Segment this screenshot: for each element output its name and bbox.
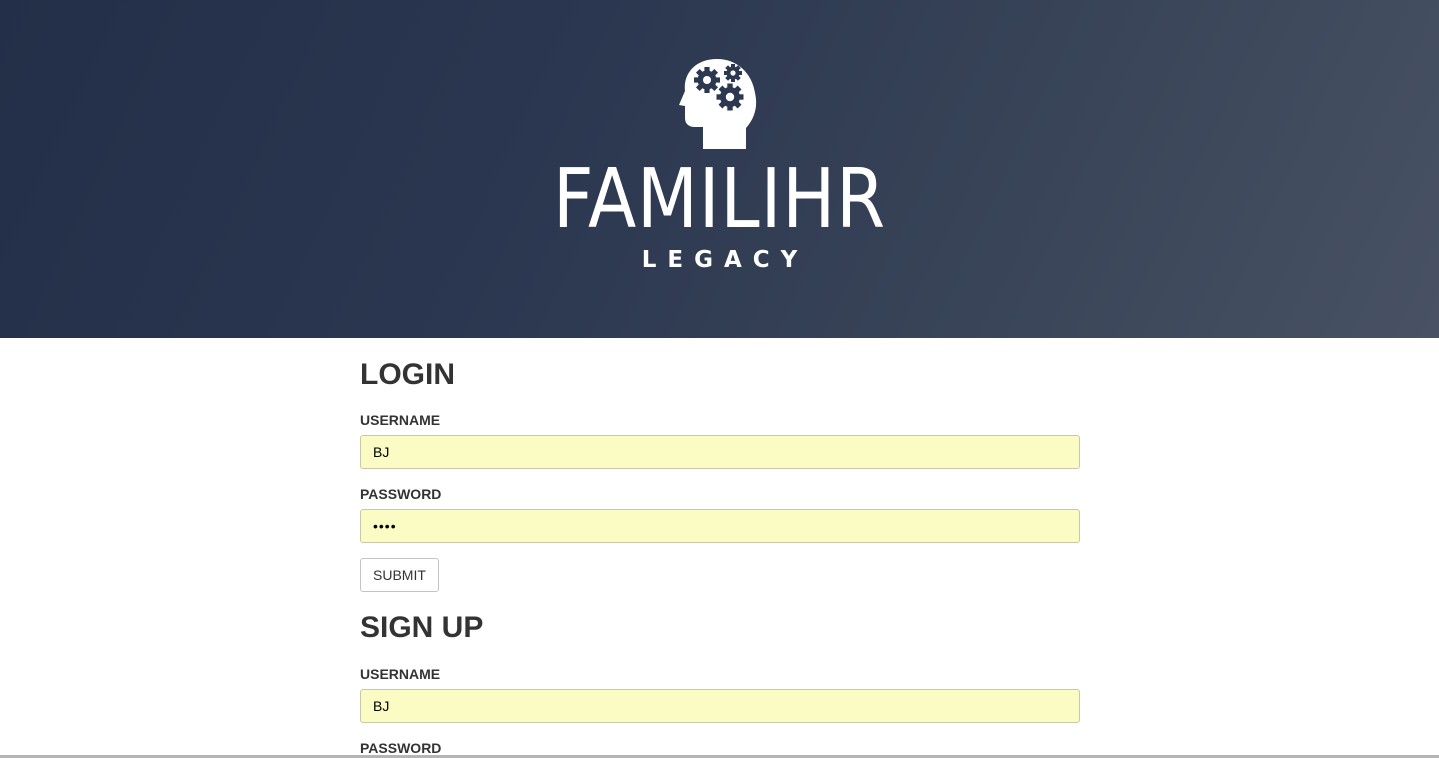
signup-title: SIGN UP [360,611,484,644]
brand-tagline: LEGACY [641,247,809,273]
login-username-label: USERNAME [360,412,441,428]
login-username-input[interactable] [360,435,1080,469]
login-password-input[interactable] [360,509,1080,543]
signup-username-input[interactable] [360,689,1080,723]
login-title: LOGIN [360,358,455,391]
login-submit-button[interactable]: SUBMIT [360,558,439,592]
head-gears-icon [679,59,757,149]
signup-username-label: USERNAME [360,666,441,682]
brand-header: FAMILIHR LEGACY [0,0,1439,338]
brand-name: FAMILIHR [553,152,886,247]
signup-password-label: PASSWORD [360,740,442,756]
login-password-label: PASSWORD [360,486,442,502]
